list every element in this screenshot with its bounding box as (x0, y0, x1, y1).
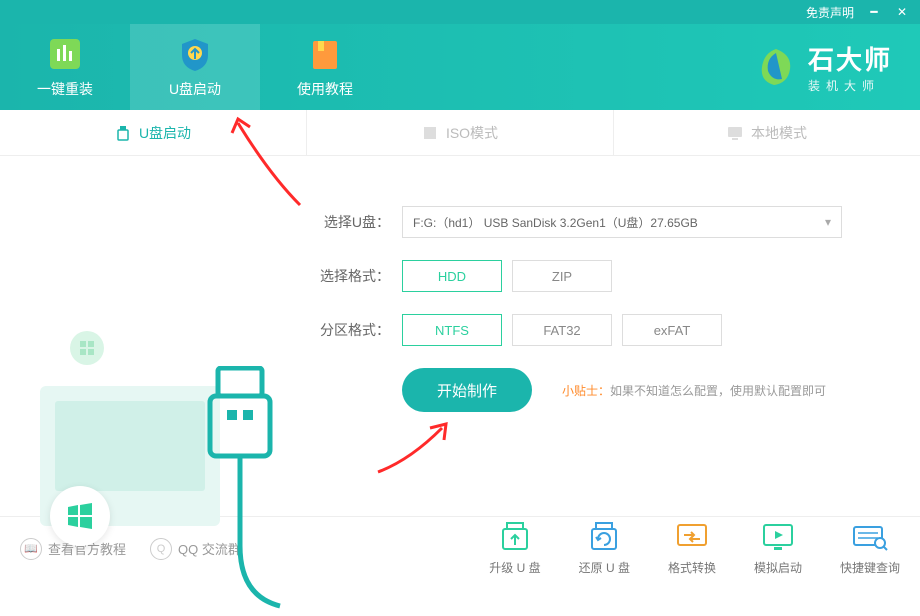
close-button[interactable]: ✕ (894, 5, 910, 19)
nav-label: 一键重装 (37, 79, 93, 99)
shield-usb-icon (176, 35, 214, 73)
illustration (0, 156, 300, 516)
partition-ntfs-option[interactable]: NTFS (402, 314, 502, 346)
form: 选择U盘： F:G:（hd1） USB SanDisk 3.2Gen1（U盘）2… (300, 156, 920, 516)
usb-up-icon (497, 521, 533, 553)
partition-fat32-option[interactable]: FAT32 (512, 314, 612, 346)
subtabs: U盘启动 ISO模式 本地模式 (0, 110, 920, 156)
tool-convert[interactable]: 格式转换 (668, 521, 716, 576)
start-button[interactable]: 开始制作 (402, 368, 532, 412)
convert-icon (674, 521, 710, 553)
tool-hotkey[interactable]: 快捷键查询 (840, 521, 900, 576)
partition-label: 分区格式： (310, 320, 390, 340)
nav-label: 使用教程 (297, 79, 353, 99)
qq-icon: Q (150, 538, 172, 560)
windows-badge-icon (50, 486, 110, 546)
disk-select[interactable]: F:G:（hd1） USB SanDisk 3.2Gen1（U盘）27.65GB (402, 206, 842, 238)
brand-subtitle: 装机大师 (808, 77, 892, 94)
tip-text: 小贴士：如果不知道怎么配置，使用默认配置即可 (562, 382, 826, 399)
usb-icon (115, 125, 131, 141)
tool-restore[interactable]: 还原 U 盘 (579, 521, 630, 576)
header: 一键重装 U盘启动 使用教程 石大师 装机大师 (0, 24, 920, 110)
disclaimer-link[interactable]: 免责声明 (806, 4, 854, 21)
brand-logo-icon (754, 45, 798, 89)
nav-label: U盘启动 (169, 79, 221, 99)
nav-reinstall[interactable]: 一键重装 (0, 24, 130, 110)
format-hdd-option[interactable]: HDD (402, 260, 502, 292)
monitor-icon (727, 125, 743, 141)
book-open-icon: 📖 (20, 538, 42, 560)
play-screen-icon (760, 521, 796, 553)
tools-row: 升级 U 盘 还原 U 盘 格式转换 模拟启动 快捷键查询 (489, 521, 900, 576)
book-icon (306, 35, 344, 73)
nav-usbboot[interactable]: U盘启动 (130, 24, 260, 110)
usb-refresh-icon (586, 521, 622, 553)
format-zip-option[interactable]: ZIP (512, 260, 612, 292)
subtab-iso[interactable]: ISO模式 (307, 110, 614, 155)
partition-exfat-option[interactable]: exFAT (622, 314, 722, 346)
tool-upgrade[interactable]: 升级 U 盘 (489, 521, 540, 576)
brand-title: 石大师 (808, 40, 892, 77)
chart-icon (46, 35, 84, 73)
main: 选择U盘： F:G:（hd1） USB SanDisk 3.2Gen1（U盘）2… (0, 156, 920, 516)
iso-icon (422, 125, 438, 141)
minimize-button[interactable]: ━ (866, 5, 882, 19)
subtab-usb[interactable]: U盘启动 (0, 110, 307, 155)
format-label: 选择格式： (310, 266, 390, 286)
windows-deco-icon (70, 331, 104, 365)
titlebar: 免责声明 ━ ✕ (0, 0, 920, 24)
disk-label: 选择U盘： (310, 212, 390, 232)
usb-cable-illustration (200, 366, 290, 616)
tool-simulate[interactable]: 模拟启动 (754, 521, 802, 576)
brand: 石大师 装机大师 (754, 24, 920, 110)
nav-tutorial[interactable]: 使用教程 (260, 24, 390, 110)
keyboard-search-icon (852, 521, 888, 553)
subtab-local[interactable]: 本地模式 (614, 110, 920, 155)
